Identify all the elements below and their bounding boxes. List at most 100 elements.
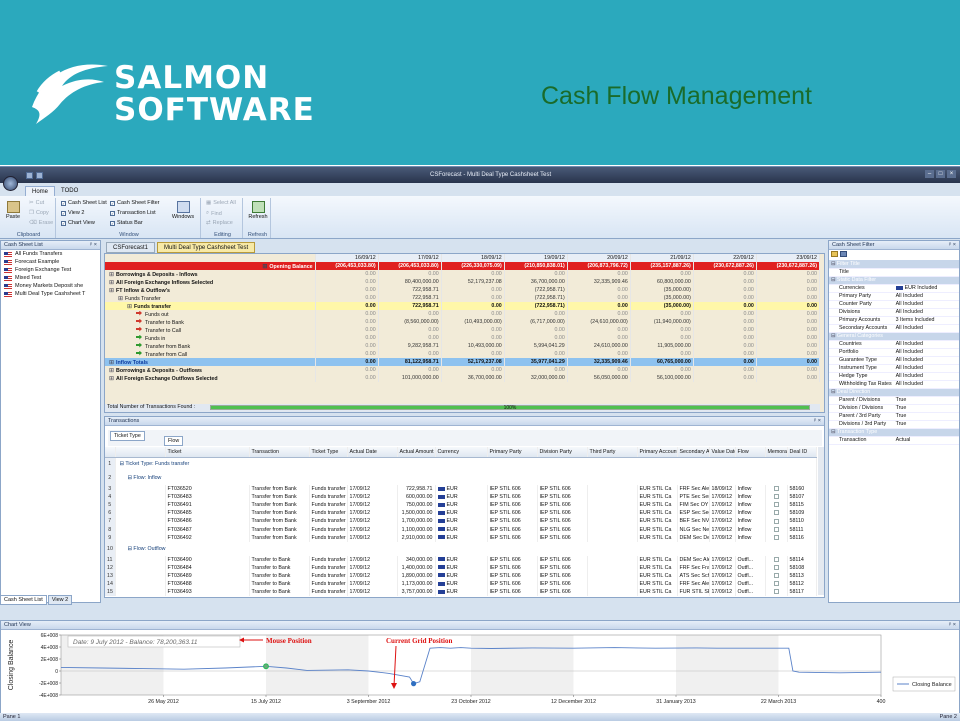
value-cell[interactable]: (722,958.71) (504, 286, 568, 294)
value-cell[interactable]: 0.00 (630, 310, 694, 318)
value-cell[interactable]: 36,700,000.00 (441, 374, 505, 382)
value-cell[interactable]: 5,994,041.29 (504, 342, 568, 350)
memorandum-checkbox[interactable] (773, 589, 779, 595)
filter-row[interactable]: Hedge Type All Included (829, 372, 959, 381)
value-cell[interactable]: 60,800,000.00 (630, 278, 694, 286)
undo-icon[interactable] (36, 172, 43, 179)
memorandum-checkbox[interactable] (773, 534, 779, 540)
check-chart-view[interactable]: ✓ Chart View (61, 220, 95, 226)
filter-section-row[interactable]: ⊟ General Categories (829, 332, 959, 341)
value-cell[interactable]: 0.00 (693, 326, 757, 334)
tab-cash-sheet-list[interactable]: Cash Sheet List (0, 595, 47, 605)
memorandum-checkbox[interactable] (773, 572, 779, 578)
value-cell[interactable]: (8,560,000.00) (378, 318, 442, 326)
value-cell[interactable]: 81,122,958.71 (378, 358, 442, 366)
value-cell[interactable]: 0.00 (693, 286, 757, 294)
value-cell[interactable]: 0.00 (756, 310, 821, 318)
value-cell[interactable]: 0.00 (567, 334, 631, 342)
value-cell[interactable]: 0.00 (630, 326, 694, 334)
column-header[interactable]: Secondary Acco... (677, 447, 710, 458)
value-cell[interactable]: 0.00 (567, 294, 631, 302)
value-cell[interactable]: 32,000,000.00 (504, 374, 568, 382)
value-cell[interactable]: 0.00 (315, 358, 379, 366)
filter-row[interactable]: Primary Party All Included (829, 292, 959, 301)
value-cell[interactable]: 0.00 (567, 302, 631, 310)
cashsheet-row[interactable]: ⊞ Opening Balance (206,453,033.80) (206,453… (105, 262, 821, 270)
value-cell[interactable]: 0.00 (315, 334, 379, 342)
column-header[interactable]: Division Party (537, 447, 588, 458)
group-chip-flow[interactable]: Flow (164, 436, 184, 446)
filter-value-cell[interactable]: EUR Included (893, 284, 959, 293)
check-status-bar[interactable]: ✓ Status Bar (110, 220, 143, 226)
erase-button[interactable]: ⌫ Erase (29, 220, 53, 226)
group-row-cell[interactable]: ⊟ Flow: Inflow (115, 471, 817, 485)
memorandum-checkbox[interactable] (773, 518, 779, 524)
filter-row[interactable]: Instrument Type All Included (829, 364, 959, 373)
value-cell[interactable]: 0.00 (441, 270, 505, 278)
value-cell[interactable]: 11,905,000.00 (630, 342, 694, 350)
filter-value-cell[interactable]: All Included (893, 356, 959, 365)
list-item[interactable]: Mixed Test (1, 274, 100, 282)
value-cell[interactable]: 0.00 (378, 334, 442, 342)
filter-row[interactable]: Currencies EUR Included (829, 284, 959, 293)
memorandum-checkbox[interactable] (773, 486, 779, 492)
cashsheet-row[interactable]: ⊞ All Foreign Exchange Inflows Selected 0.… (105, 278, 821, 286)
value-cell[interactable]: 9,282,958.71 (378, 342, 442, 350)
cashsheet-row[interactable]: ⊞ Borrowings & Deposits - Outflows 0.00 0.0… (105, 366, 821, 374)
column-header[interactable]: Actual Amount (397, 447, 436, 458)
date-column-header[interactable]: 18/09/12 (441, 254, 505, 262)
filter-value-cell[interactable]: All Included (893, 348, 959, 357)
cashsheet-row[interactable]: Transfer to Bank 0.00 (8,560,000.00) (10,49… (105, 318, 821, 326)
filter-value-cell[interactable]: True (893, 420, 959, 429)
cashsheet-row[interactable]: ⊞ Inflow Totals 0.00 81,122,958.71 52,179,23… (105, 358, 821, 366)
value-cell[interactable]: (206,453,033.80) (378, 262, 442, 270)
value-cell[interactable]: 0.00 (756, 350, 821, 358)
filter-value-cell[interactable]: Actual (893, 436, 959, 445)
value-cell[interactable]: 0.00 (756, 318, 821, 326)
value-cell[interactable]: 0.00 (504, 326, 568, 334)
list-item[interactable]: Forecast Example (1, 258, 100, 266)
column-header[interactable]: Value Date (709, 447, 736, 458)
maximize-icon[interactable]: □ (936, 170, 945, 178)
value-cell[interactable]: 0.00 (315, 302, 379, 310)
pin-close-icon[interactable]: ᵖ × (90, 242, 97, 248)
value-cell[interactable]: 0.00 (693, 302, 757, 310)
tab-todo[interactable]: TODO (55, 186, 84, 196)
value-cell[interactable]: 0.00 (756, 334, 821, 342)
table-row[interactable]: 15 FT036493 Transfer to Bank Funds transfer… (105, 588, 817, 597)
pin-close-icon[interactable]: ᵖ × (814, 418, 821, 424)
value-cell[interactable]: 0.00 (378, 350, 442, 358)
column-header[interactable]: Memorandum (765, 447, 788, 458)
value-cell[interactable]: 0.00 (567, 286, 631, 294)
table-row[interactable]: 2 ⊟ Flow: Inflow (105, 471, 817, 485)
value-cell[interactable]: (722,958.71) (504, 294, 568, 302)
filter-row[interactable]: Guarantee Type All Included (829, 356, 959, 365)
column-header[interactable]: Actual Date (347, 447, 398, 458)
save-icon[interactable] (840, 251, 847, 257)
value-cell[interactable]: (206,873,796.72) (567, 262, 631, 270)
filter-row[interactable]: Countries All Included (829, 340, 959, 349)
memorandum-checkbox[interactable] (773, 564, 779, 570)
column-header[interactable]: Primary Party (487, 447, 538, 458)
filter-value-cell[interactable]: True (893, 404, 959, 413)
date-column-header[interactable]: 16/09/12 (315, 254, 379, 262)
save-icon[interactable] (26, 172, 33, 179)
date-column-header[interactable]: 22/09/12 (693, 254, 757, 262)
value-cell[interactable]: (6,717,000.00) (504, 318, 568, 326)
table-row[interactable]: 3 FT036520 Transfer from Bank Funds transfe… (105, 485, 817, 494)
check-view-2[interactable]: ✓ View 2 (61, 210, 84, 216)
value-cell[interactable]: (230,672,887.26) (756, 262, 821, 270)
date-column-header[interactable]: 17/09/12 (378, 254, 442, 262)
table-row[interactable]: 12 FT036484 Transfer to Bank Funds transfer… (105, 563, 817, 572)
list-item[interactable]: Money Markets Deposit she (1, 282, 100, 290)
value-cell[interactable]: 0.00 (630, 270, 694, 278)
value-cell[interactable]: 0.00 (441, 350, 505, 358)
value-cell[interactable]: 0.00 (693, 366, 757, 374)
filter-value-cell[interactable]: All Included (893, 300, 959, 309)
memorandum-checkbox[interactable] (773, 581, 779, 587)
filter-value-cell[interactable]: All Included (893, 364, 959, 373)
value-cell[interactable]: 0.00 (693, 270, 757, 278)
value-cell[interactable]: 0.00 (378, 366, 442, 374)
value-cell[interactable]: (10,493,000.00) (441, 318, 505, 326)
cashsheet-row[interactable]: ⊞ FT Inflow & Outflow's 0.00 722,958.71 0.00… (105, 286, 821, 294)
